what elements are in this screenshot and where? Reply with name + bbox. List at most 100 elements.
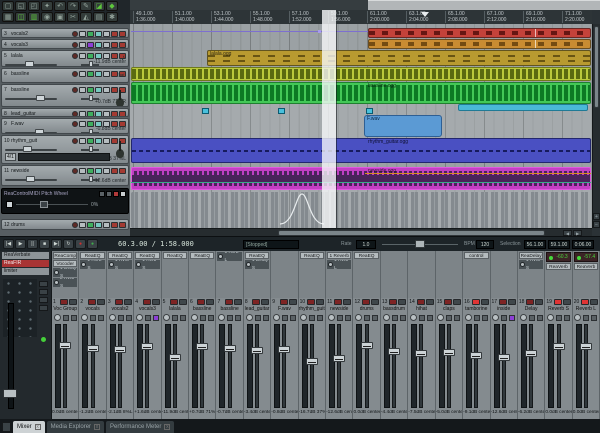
solo-button[interactable] xyxy=(119,111,126,117)
send-slot[interactable]: 2 Rvrb S xyxy=(53,278,77,287)
pan-slider-thumb[interactable] xyxy=(89,129,93,134)
solo-button[interactable] xyxy=(535,299,543,305)
pan-slider-thumb[interactable] xyxy=(89,146,93,152)
fader-thumb[interactable] xyxy=(498,354,510,361)
envelope-button[interactable] xyxy=(95,168,102,174)
io-button[interactable] xyxy=(309,315,315,321)
fx-slot[interactable]: ReaEQ xyxy=(300,252,324,259)
undo-icon[interactable]: ↶ xyxy=(54,1,66,11)
pan-knob[interactable] xyxy=(574,314,581,321)
monitor-button[interactable] xyxy=(79,31,86,37)
mute-button[interactable] xyxy=(389,299,397,305)
pan-knob[interactable] xyxy=(273,314,280,321)
envelope-button[interactable] xyxy=(95,111,102,117)
mute-button[interactable] xyxy=(111,222,118,228)
fx-enable-button[interactable] xyxy=(208,315,214,321)
io-button[interactable] xyxy=(392,315,398,321)
ripple-edit-icon[interactable]: ▥ xyxy=(28,12,40,22)
record-arm-button[interactable] xyxy=(72,222,78,228)
fader-thumb[interactable] xyxy=(169,354,181,361)
go-to-end-button[interactable]: ▶| xyxy=(51,239,62,249)
io-button[interactable] xyxy=(474,315,480,321)
fader-thumb[interactable] xyxy=(306,358,318,365)
clip-rhythm_guitar.ogg[interactable]: rhythm_guitar.ogg xyxy=(131,138,591,163)
phase-button[interactable] xyxy=(103,53,110,59)
pan-slider-thumb[interactable] xyxy=(89,61,93,67)
fx-slot[interactable]: Vocoder xyxy=(53,260,77,267)
pan-knob[interactable] xyxy=(54,314,61,321)
pan-knob[interactable] xyxy=(81,314,88,321)
docker-icon[interactable] xyxy=(2,422,11,432)
envelope-node[interactable] xyxy=(318,30,321,33)
fader-thumb[interactable] xyxy=(278,346,290,353)
pan-knob[interactable] xyxy=(437,314,444,321)
fader-thumb[interactable] xyxy=(196,343,208,350)
fader-thumb[interactable] xyxy=(333,355,345,362)
solo-button[interactable] xyxy=(261,299,269,305)
track-panel-newside[interactable]: 11newside-12.6dB center xyxy=(1,165,129,186)
track-panel-bassline[interactable]: 6bassline✂ xyxy=(1,68,129,83)
fx-enable-button[interactable] xyxy=(427,315,433,321)
fader-track[interactable] xyxy=(419,324,423,408)
fx-button[interactable] xyxy=(87,121,94,127)
solo-button[interactable] xyxy=(152,299,160,305)
fx-button[interactable] xyxy=(87,87,94,93)
mute-button[interactable] xyxy=(472,299,480,305)
fader-track[interactable] xyxy=(63,324,67,408)
mute-button[interactable] xyxy=(252,299,260,305)
record-arm-button[interactable] xyxy=(72,42,78,48)
tab-performance-meter[interactable]: Performance Meterx xyxy=(106,421,174,433)
timeline-ruler[interactable]: 49.1.001:36.00051.1.001:40.00053.1.001:4… xyxy=(130,10,592,24)
stop-button[interactable]: ■ xyxy=(39,239,50,249)
fader-track[interactable] xyxy=(502,324,506,408)
solo-button[interactable] xyxy=(316,299,324,305)
mute-button[interactable] xyxy=(280,299,288,305)
track-panel-rhythm_guit[interactable]: 10rhythm_guit-16.7dB 37%L4/1 xyxy=(1,135,129,164)
phase-button[interactable] xyxy=(103,42,110,48)
send-knob[interactable] xyxy=(81,262,86,267)
record-arm-button[interactable] xyxy=(72,87,78,93)
solo-button[interactable] xyxy=(371,299,379,305)
mute-button[interactable] xyxy=(334,299,342,305)
send-slot[interactable]: 1 Rvrb S xyxy=(519,260,543,269)
io-button[interactable] xyxy=(63,315,69,321)
record-arm-button[interactable] xyxy=(72,31,78,37)
send-knob[interactable] xyxy=(54,280,59,285)
envelope-active-checkbox[interactable] xyxy=(6,201,13,208)
fx-enable-button[interactable] xyxy=(482,315,488,321)
monitor-button[interactable] xyxy=(79,42,86,48)
item-edit-icon[interactable]: ✎ xyxy=(80,1,92,11)
envelope-button[interactable] xyxy=(95,138,102,144)
fx-enable-button[interactable] xyxy=(454,315,460,321)
fader-track[interactable] xyxy=(173,324,177,408)
mute-button[interactable] xyxy=(143,299,151,305)
solo-button[interactable] xyxy=(234,299,242,305)
grid-icon[interactable]: ▦ xyxy=(2,12,14,22)
play-button[interactable]: ▶ xyxy=(15,239,26,249)
master-fx-ReaVerbate[interactable]: ReaVerbate xyxy=(2,252,49,259)
pan-knob[interactable] xyxy=(492,314,499,321)
solo-button[interactable] xyxy=(179,299,187,305)
envelope-slider-thumb[interactable] xyxy=(40,201,48,208)
mute-button[interactable] xyxy=(111,168,118,174)
io-button[interactable] xyxy=(145,315,151,321)
io-button[interactable] xyxy=(501,315,507,321)
record-arm-button[interactable] xyxy=(72,121,78,127)
record-arm-button[interactable] xyxy=(72,168,78,174)
phase-button[interactable] xyxy=(103,87,110,93)
item-marker[interactable] xyxy=(278,108,285,114)
fx-slot[interactable]: 1 Reverb L xyxy=(327,252,351,259)
fader-thumb[interactable] xyxy=(224,345,236,352)
io-button[interactable] xyxy=(118,315,124,321)
snap-icon[interactable]: ◫ xyxy=(15,12,27,22)
io-button[interactable] xyxy=(583,315,589,321)
monitor-button[interactable] xyxy=(79,111,86,117)
envelope-line-orange[interactable] xyxy=(365,173,591,174)
fx-slot[interactable]: ReaEQ xyxy=(245,252,269,259)
mute-button[interactable] xyxy=(88,299,96,305)
solo-button[interactable] xyxy=(453,299,461,305)
envelope-button[interactable] xyxy=(95,222,102,228)
pan-knob[interactable] xyxy=(246,314,253,321)
crossfade-icon[interactable]: ◪ xyxy=(93,1,105,11)
horizontal-scrollbar[interactable]: ◀ ▶ xyxy=(130,228,592,236)
